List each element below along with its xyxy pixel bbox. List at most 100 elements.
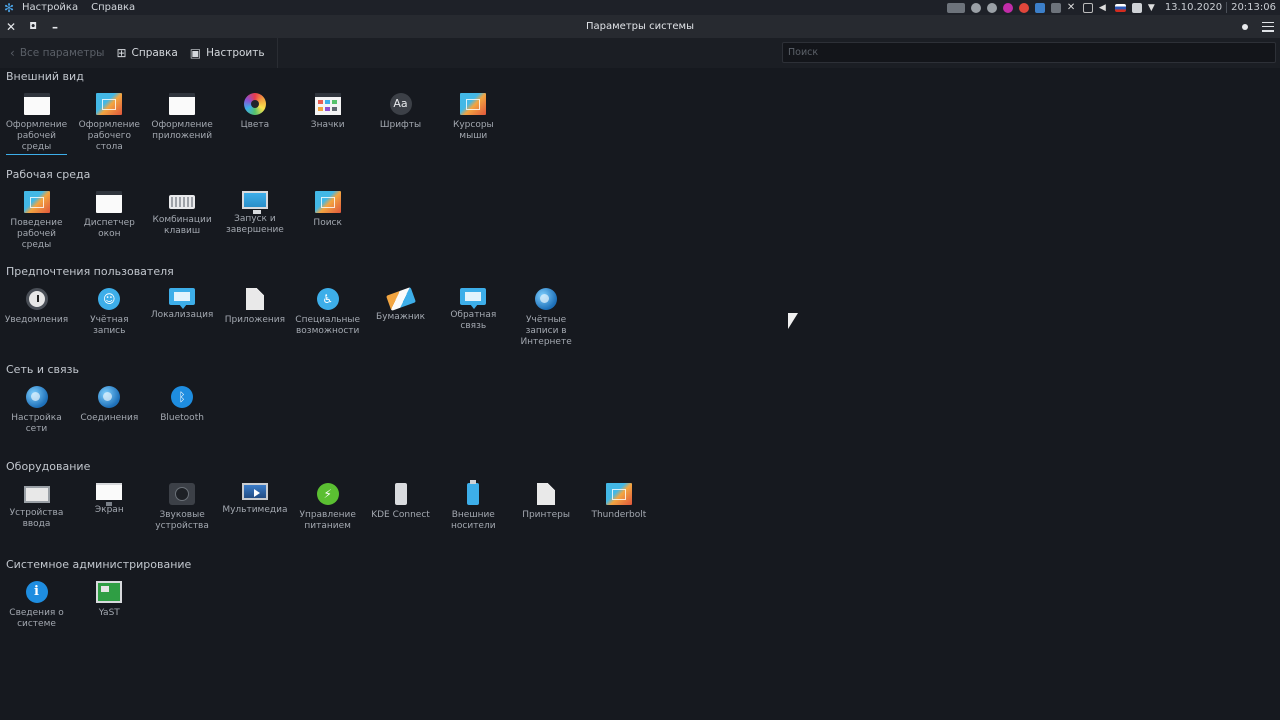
section-title: Оборудование	[6, 460, 91, 473]
settings-module[interactable]: YaST	[73, 578, 146, 656]
settings-grid: Внешний вид Оформление рабочей среды Оформ…	[0, 68, 1280, 720]
settings-module[interactable]: ⚡ Управление питанием	[291, 480, 364, 558]
minimize-icon[interactable]: –	[44, 15, 66, 38]
updates-icon[interactable]	[1018, 2, 1029, 13]
user-icon: ☺	[98, 288, 121, 310]
close-icon[interactable]: ✕	[0, 15, 22, 38]
settings-module-label: Bluetooth	[160, 412, 204, 423]
settings-module-label: Звуковые устройства	[155, 510, 209, 531]
settings-module[interactable]: Thunderbolt	[582, 480, 655, 558]
notifications-icon[interactable]	[1082, 2, 1093, 13]
settings-module[interactable]: ☺ Учётная запись	[73, 285, 146, 363]
settings-module[interactable]: KDE Connect	[364, 480, 437, 558]
back-button[interactable]: ‹ Все параметры	[0, 38, 110, 68]
settings-module-label: Поиск	[313, 217, 342, 228]
settings-module-label: Устройства ввода	[9, 508, 64, 529]
settings-module[interactable]: Учётные записи в Интернете	[510, 285, 583, 363]
settings-module[interactable]: Aa Шрифты	[364, 90, 437, 168]
settings-module[interactable]: Значки	[291, 90, 364, 168]
battery-icon[interactable]	[1131, 2, 1142, 13]
phone-icon	[394, 483, 407, 505]
settings-module-label: Экран	[94, 505, 124, 515]
maximize-icon[interactable]: ◘	[22, 15, 44, 38]
settings-module[interactable]: Настройка сети	[0, 383, 73, 461]
app-launcher-icon[interactable]: ✻	[2, 1, 16, 15]
window-icon	[96, 190, 123, 213]
settings-module[interactable]: Соединения	[73, 383, 146, 461]
pager-icon[interactable]	[946, 2, 965, 13]
settings-module[interactable]: Экран	[73, 480, 146, 558]
volume-icon[interactable]: ◀	[1099, 3, 1109, 13]
speaker-icon	[169, 483, 196, 505]
settings-module[interactable]: Устройства ввода	[0, 480, 73, 558]
settings-module-label: Оформление приложений	[151, 120, 213, 141]
settings-module[interactable]: Комбинации клавиш	[146, 188, 219, 266]
settings-module-label: Поведение рабочей среды	[10, 217, 63, 250]
tablet-icon	[23, 486, 50, 503]
settings-module[interactable]: Диспетчер окон	[73, 188, 146, 266]
settings-module[interactable]: Запуск и завершение	[218, 188, 291, 266]
settings-module-label: Thunderbolt	[591, 510, 647, 520]
settings-module-label: Приложения	[224, 315, 286, 325]
settings-module-label: Принтеры	[522, 510, 570, 520]
document-icon	[245, 288, 264, 310]
keyboard-layout-icon[interactable]	[1114, 3, 1126, 12]
settings-module[interactable]: Курсоры мыши	[437, 90, 510, 168]
globe-icon	[25, 385, 48, 408]
settings-module[interactable]: Приложения	[218, 285, 291, 363]
chevron-left-icon: ‹	[10, 46, 15, 60]
settings-module[interactable]: Локализация	[146, 285, 219, 363]
wallpaper-icon	[605, 483, 632, 505]
kde-connect-icon[interactable]	[970, 2, 981, 13]
network-icon[interactable]: ▼	[1148, 3, 1158, 13]
settings-module[interactable]: Поведение рабочей среды	[0, 188, 73, 266]
hamburger-menu-icon[interactable]	[1262, 21, 1274, 32]
section-title: Сеть и связь	[6, 362, 79, 376]
settings-module-label: Оформление рабочего стола	[78, 120, 140, 152]
help-button[interactable]: ⊞ Справка	[110, 38, 183, 68]
scissors-icon[interactable]: ✕	[1067, 2, 1077, 13]
settings-module[interactable]: Цвета	[218, 90, 291, 168]
section-title: Предпочтения пользователя	[6, 265, 174, 278]
wallpaper-icon	[460, 93, 487, 115]
settings-module[interactable]: Внешние носители	[437, 480, 510, 558]
time-label[interactable]: 20:13:06	[1227, 2, 1280, 13]
device-notifier-icon[interactable]	[1050, 2, 1061, 13]
app-tray-icon[interactable]	[1002, 2, 1013, 13]
wallpaper-icon	[23, 190, 50, 213]
settings-module[interactable]: Уведомления	[0, 285, 73, 363]
settings-module[interactable]: ♿ Специальные возможности	[291, 285, 364, 363]
top-panel: ✻ Настройка Справка ✕ ◀ ▼ 13.10.2020 20:…	[0, 0, 1280, 15]
configure-button[interactable]: ▣ Настроить	[184, 38, 271, 68]
settings-module-label: Локализация	[150, 310, 214, 320]
search-input[interactable]	[782, 42, 1276, 63]
settings-module[interactable]: Звуковые устройства	[146, 480, 219, 558]
monitor-icon	[241, 190, 268, 214]
settings-module[interactable]: Поиск	[291, 188, 364, 266]
wallet-icon	[385, 287, 416, 311]
settings-module[interactable]: Обратная связь	[437, 285, 510, 363]
yast-icon	[96, 580, 123, 603]
power-icon: ⚡	[316, 483, 339, 505]
media-player-icon[interactable]	[986, 2, 997, 13]
settings-module-label: Мультимедиа	[222, 505, 288, 515]
settings-module[interactable]: Бумажник	[364, 285, 437, 363]
settings-module[interactable]: Принтеры	[510, 480, 583, 558]
clipboard-icon[interactable]	[1034, 2, 1045, 13]
wallpaper-icon	[96, 93, 123, 115]
menu-help[interactable]: Справка	[91, 2, 135, 13]
settings-module-label: Обратная связь	[450, 310, 497, 331]
settings-module[interactable]: i Сведения о системе	[0, 578, 73, 656]
globe-icon	[535, 288, 558, 310]
settings-module[interactable]: Мультимедиа	[218, 480, 291, 558]
globe-icon	[98, 385, 121, 408]
keep-above-icon[interactable]	[1242, 23, 1248, 30]
font-icon: Aa	[389, 93, 412, 115]
date-label: 13.10.2020	[1164, 2, 1223, 13]
settings-module[interactable]: Оформление рабочей среды	[0, 90, 73, 168]
settings-module[interactable]: ᛒ Bluetooth	[146, 383, 219, 461]
settings-module[interactable]: Оформление приложений	[146, 90, 219, 168]
help-icon: ⊞	[116, 46, 127, 60]
menu-settings[interactable]: Настройка	[22, 2, 78, 13]
settings-module[interactable]: Оформление рабочего стола	[73, 90, 146, 168]
